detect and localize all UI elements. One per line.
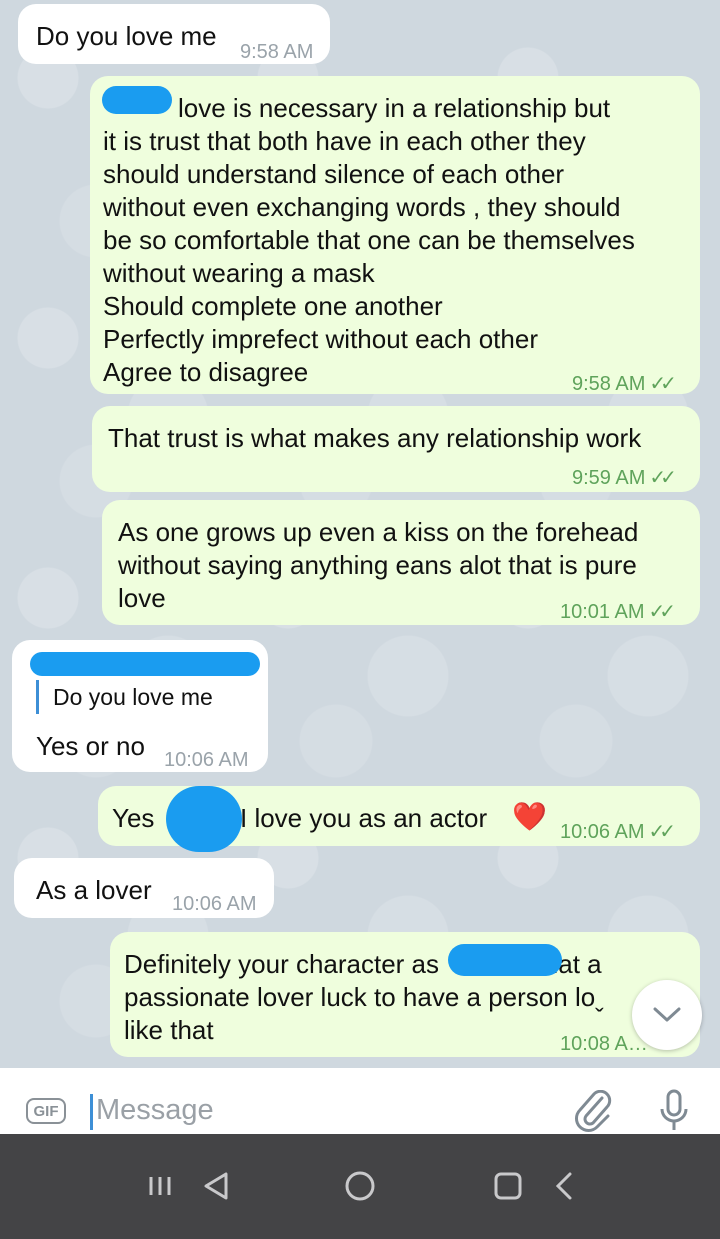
outgoing-message[interactable]: Yes I love you as an actor ❤️ 10:06 AM ✓✓ <box>98 786 700 852</box>
home-button[interactable] <box>340 1164 380 1208</box>
outgoing-message[interactable]: love is necessary in a relationship but … <box>90 76 700 395</box>
message-text: That trust is what makes any relationshi… <box>108 423 642 453</box>
message-time: 10:06 AM ✓✓ <box>560 816 676 849</box>
message-input[interactable]: Message <box>96 1094 214 1127</box>
chevron-down-icon <box>653 1007 681 1022</box>
message-input-bar: GIF Message <box>0 1068 720 1134</box>
chevron-left-icon <box>555 1172 572 1200</box>
read-ticks-icon: ✓✓ <box>649 373 676 395</box>
paperclip-icon[interactable] <box>574 1090 614 1134</box>
message-text: Do you love me <box>36 21 217 51</box>
message-time: 9:58 AM ✓✓ <box>572 368 677 401</box>
message-text-end: I love you as an actor <box>240 803 488 833</box>
read-ticks-icon: ✓✓ <box>648 601 676 623</box>
message-time: 9:59 AM ✓✓ <box>572 462 677 495</box>
heart-emoji: ❤️ <box>512 801 547 832</box>
message-time: 9:58 AM <box>240 41 314 63</box>
outgoing-message[interactable]: That trust is what makes any relationshi… <box>92 406 700 492</box>
message-time: 10:01 AM ✓✓ <box>560 596 676 629</box>
read-ticks-icon: ✓✓ <box>648 821 676 843</box>
back-triangle-icon <box>204 1172 228 1200</box>
recent-apps-button[interactable] <box>140 1164 180 1208</box>
reply-quote[interactable]: Do you love me <box>36 680 213 714</box>
outgoing-message[interactable]: Definitely your character as what a passi… <box>110 932 700 1057</box>
message-time: 10:06 AM <box>164 749 249 771</box>
microphone-icon[interactable] <box>658 1088 690 1134</box>
message-time: 10:08 A… <box>560 1033 648 1055</box>
outgoing-message[interactable]: As one grows up even a kiss on the foreh… <box>102 500 700 625</box>
incoming-message[interactable]: Do you love me 9:58 AM <box>18 4 330 64</box>
message-text: As a lover <box>36 875 152 905</box>
home-circle-icon <box>345 1171 375 1201</box>
read-ticks-icon: ✓✓ <box>649 467 676 489</box>
message-text: love is necessary in a relationship but … <box>103 93 635 387</box>
redacted-name <box>448 944 562 976</box>
square-icon <box>494 1172 522 1200</box>
message-time: 10:06 AM <box>172 893 257 915</box>
back-button[interactable] <box>548 1164 580 1208</box>
gif-button[interactable]: GIF <box>26 1098 66 1124</box>
back-triangle-button[interactable] <box>196 1164 236 1208</box>
chat-area: Do you love me 9:58 AM love is necessary… <box>0 0 720 1068</box>
incoming-reply-message[interactable]: Do you love me Yes or no 10:06 AM <box>12 640 268 772</box>
system-navigation-bar <box>0 1134 720 1239</box>
message-text: Yes or no <box>36 731 145 761</box>
overview-button[interactable] <box>488 1164 528 1208</box>
message-text-start: Yes <box>112 803 155 833</box>
incoming-message[interactable]: As a lover 10:06 AM <box>14 858 274 918</box>
scroll-down-button[interactable] <box>632 980 702 1050</box>
redacted-name <box>166 786 242 852</box>
redacted-name <box>30 652 260 676</box>
recent-apps-icon <box>149 1177 171 1195</box>
text-cursor <box>90 1094 93 1130</box>
